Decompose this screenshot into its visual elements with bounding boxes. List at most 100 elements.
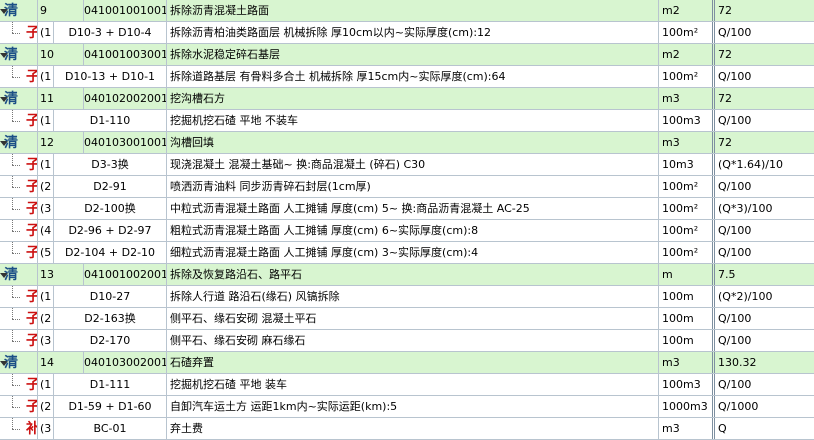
row-index[interactable]: (4 xyxy=(38,220,54,241)
item-code[interactable]: D2-100换 xyxy=(54,198,167,219)
item-name[interactable]: 拆除道路基层 有骨料多合土 机械拆除 厚15cm内~实际厚度(cm):64 xyxy=(167,66,659,87)
item-name[interactable]: 细粒式沥青混凝土路面 人工摊铺 厚度(cm) 3~实际厚度(cm):4 xyxy=(167,242,659,263)
item-code[interactable]: D1-111 xyxy=(54,374,167,395)
item-unit[interactable]: m3 xyxy=(659,352,715,373)
sub-item-row[interactable]: 子(5D2-104 + D2-10细粒式沥青混凝土路面 人工摊铺 厚度(cm) … xyxy=(0,242,814,264)
bill-item-row[interactable]: 清 11 040102002001 挖沟槽石方 m3 72 xyxy=(0,88,814,110)
row-index[interactable]: (1 xyxy=(38,22,54,43)
item-code[interactable]: D1-110 xyxy=(54,110,167,131)
item-name[interactable]: 石碴弃置 xyxy=(167,352,659,373)
item-name[interactable]: 挖掘机挖石碴 平地 装车 xyxy=(167,374,659,395)
item-unit[interactable]: 100m3 xyxy=(659,110,715,131)
item-unit[interactable]: 100m² xyxy=(659,198,715,219)
sub-item-row[interactable]: 子(3D2-170侧平石、缘石安砌 麻石缘石100mQ/100 xyxy=(0,330,814,352)
row-index[interactable]: (2 xyxy=(38,308,54,329)
item-code[interactable]: 040103002001 xyxy=(84,352,167,373)
item-unit[interactable]: m2 xyxy=(659,44,715,65)
item-name[interactable]: 侧平石、缘石安砌 麻石缘石 xyxy=(167,330,659,351)
item-code[interactable]: D1-59 + D1-60 xyxy=(54,396,167,417)
item-quantity[interactable]: 72 xyxy=(715,0,814,21)
item-unit[interactable]: 100m xyxy=(659,286,715,307)
item-quantity[interactable]: Q/100 xyxy=(715,22,814,43)
item-code[interactable]: D2-170 xyxy=(54,330,167,351)
item-name[interactable]: 拆除水泥稳定碎石基层 xyxy=(167,44,659,65)
item-name[interactable]: 中粒式沥青混凝土路面 人工摊铺 厚度(cm) 5~ 换:商品沥青混凝土 AC-2… xyxy=(167,198,659,219)
item-unit[interactable]: 100m² xyxy=(659,66,715,87)
item-quantity[interactable]: 72 xyxy=(715,88,814,109)
item-name[interactable]: 拆除沥青混凝土路面 xyxy=(167,0,659,21)
item-unit[interactable]: 100m xyxy=(659,308,715,329)
item-quantity[interactable]: Q/100 xyxy=(715,308,814,329)
bill-item-row[interactable]: 清 10 041001003001 拆除水泥稳定碎石基层 m2 72 xyxy=(0,44,814,66)
row-index[interactable]: 13 xyxy=(38,264,84,285)
item-name[interactable]: 现浇混凝土 混凝土基础~ 换:商品混凝土 (碎石) C30 xyxy=(167,154,659,175)
item-unit[interactable]: m3 xyxy=(659,88,715,109)
item-code[interactable]: 040103001001 xyxy=(84,132,167,153)
sub-item-row[interactable]: 子(4D2-96 + D2-97粗粒式沥青混凝土路面 人工摊铺 厚度(cm) 6… xyxy=(0,220,814,242)
row-index[interactable]: 14 xyxy=(38,352,84,373)
sub-item-row[interactable]: 子(2D1-59 + D1-60自卸汽车运土方 运距1km内~实际运距(km):… xyxy=(0,396,814,418)
item-unit[interactable]: 100m² xyxy=(659,176,715,197)
item-name[interactable]: 弃土费 xyxy=(167,418,659,439)
sub-item-row[interactable]: 子(1D10-13 + D10-1拆除道路基层 有骨料多合土 机械拆除 厚15c… xyxy=(0,66,814,88)
sub-item-row[interactable]: 子(2D2-163换侧平石、缘石安砌 混凝土平石100mQ/100 xyxy=(0,308,814,330)
item-name[interactable]: 挖沟槽石方 xyxy=(167,88,659,109)
item-code[interactable]: 041001001001 xyxy=(84,0,167,21)
item-name[interactable]: 拆除人行道 路沿石(缘石) 风镐拆除 xyxy=(167,286,659,307)
bill-item-row[interactable]: 清 13 041001002001 拆除及恢复路沿石、路平石 m 7.5 xyxy=(0,264,814,286)
item-unit[interactable]: 100m² xyxy=(659,220,715,241)
row-index[interactable]: (3 xyxy=(38,418,54,439)
item-quantity[interactable]: 72 xyxy=(715,44,814,65)
row-index[interactable]: 12 xyxy=(38,132,84,153)
item-quantity[interactable]: Q/100 xyxy=(715,220,814,241)
item-quantity[interactable]: Q/100 xyxy=(715,66,814,87)
item-quantity[interactable]: Q/100 xyxy=(715,110,814,131)
item-quantity[interactable]: Q xyxy=(715,418,814,439)
item-name[interactable]: 粗粒式沥青混凝土路面 人工摊铺 厚度(cm) 6~实际厚度(cm):8 xyxy=(167,220,659,241)
sub-item-row[interactable]: 子(1D10-3 + D10-4拆除沥青柏油类路面层 机械拆除 厚10cm以内~… xyxy=(0,22,814,44)
item-quantity[interactable]: (Q*3)/100 xyxy=(715,198,814,219)
item-code[interactable]: BC-01 xyxy=(54,418,167,439)
item-quantity[interactable]: Q/100 xyxy=(715,330,814,351)
item-quantity[interactable]: 72 xyxy=(715,132,814,153)
row-index[interactable]: (1 xyxy=(38,286,54,307)
item-quantity[interactable]: Q/100 xyxy=(715,176,814,197)
item-quantity[interactable]: Q/100 xyxy=(715,242,814,263)
row-index[interactable]: (1 xyxy=(38,374,54,395)
item-unit[interactable]: 100m xyxy=(659,330,715,351)
item-unit[interactable]: 100m² xyxy=(659,22,715,43)
sub-item-row[interactable]: 子(1D10-27拆除人行道 路沿石(缘石) 风镐拆除100m(Q*2)/100 xyxy=(0,286,814,308)
item-name[interactable]: 挖掘机挖石碴 平地 不装车 xyxy=(167,110,659,131)
row-index[interactable]: (2 xyxy=(38,176,54,197)
row-index[interactable]: (2 xyxy=(38,396,54,417)
bill-item-row[interactable]: 清 9 041001001001 拆除沥青混凝土路面 m2 72 xyxy=(0,0,814,22)
item-code[interactable]: D10-27 xyxy=(54,286,167,307)
item-code[interactable]: D10-3 + D10-4 xyxy=(54,22,167,43)
item-unit[interactable]: 100m3 xyxy=(659,374,715,395)
item-code[interactable]: D10-13 + D10-1 xyxy=(54,66,167,87)
item-unit[interactable]: m xyxy=(659,264,715,285)
item-unit[interactable]: 10m3 xyxy=(659,154,715,175)
item-unit[interactable]: 100m² xyxy=(659,242,715,263)
sub-item-row[interactable]: 子(1D1-110挖掘机挖石碴 平地 不装车100m3Q/100 xyxy=(0,110,814,132)
item-name[interactable]: 沟槽回填 xyxy=(167,132,659,153)
item-unit[interactable]: 1000m3 xyxy=(659,396,715,417)
item-unit[interactable]: m3 xyxy=(659,132,715,153)
row-index[interactable]: (1 xyxy=(38,110,54,131)
row-index[interactable]: (5 xyxy=(38,242,54,263)
item-name[interactable]: 喷洒沥青油料 同步沥青碎石封层(1cm厚) xyxy=(167,176,659,197)
row-index[interactable]: (1 xyxy=(38,66,54,87)
sub-item-row[interactable]: 子(1D1-111挖掘机挖石碴 平地 装车100m3Q/100 xyxy=(0,374,814,396)
item-quantity[interactable]: Q/1000 xyxy=(715,396,814,417)
row-index[interactable]: 11 xyxy=(38,88,84,109)
item-code[interactable]: D2-163换 xyxy=(54,308,167,329)
row-index[interactable]: 9 xyxy=(38,0,84,21)
row-index[interactable]: (1 xyxy=(38,154,54,175)
item-quantity[interactable]: 7.5 xyxy=(715,264,814,285)
item-unit[interactable]: m2 xyxy=(659,0,715,21)
item-name[interactable]: 侧平石、缘石安砌 混凝土平石 xyxy=(167,308,659,329)
item-unit[interactable]: m3 xyxy=(659,418,715,439)
row-index[interactable]: (3 xyxy=(38,330,54,351)
item-quantity[interactable]: (Q*2)/100 xyxy=(715,286,814,307)
item-quantity[interactable]: (Q*1.64)/10 xyxy=(715,154,814,175)
